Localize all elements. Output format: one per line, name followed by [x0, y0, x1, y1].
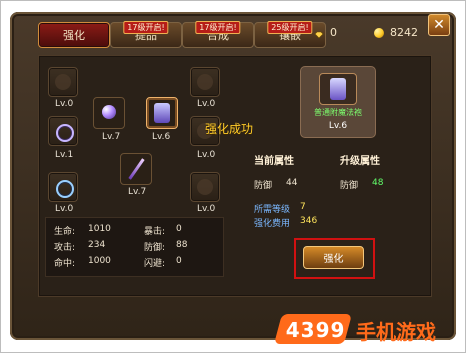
- tab-inlay-badge: 25级开启!: [267, 21, 313, 34]
- watermark-left: 4399: [285, 318, 346, 342]
- dodge-value: 0: [176, 256, 182, 266]
- robe-icon: [330, 78, 346, 100]
- gem-icon: [102, 105, 116, 119]
- slot-level: Lv.1: [55, 150, 74, 160]
- attack-value: 234: [88, 240, 106, 250]
- hp-label: 生命:: [54, 227, 76, 237]
- hit-value: 1000: [88, 256, 111, 266]
- equipment-slot[interactable]: [120, 153, 152, 185]
- current-defense-label: 防御: [254, 181, 273, 191]
- current-defense-value: 44: [286, 178, 298, 188]
- slot-level: Lv.0: [197, 99, 216, 109]
- current-attributes-title: 当前属性: [254, 156, 294, 167]
- slot-level: Lv.0: [55, 204, 74, 214]
- slot-level: Lv.0: [197, 150, 216, 160]
- tab-synthesis-badge: 17级开启!: [195, 21, 241, 34]
- slot-level: Lv.7: [128, 187, 147, 197]
- enhance-cost-value: 346: [300, 216, 318, 226]
- enhance-success-text: 强化成功: [205, 122, 254, 136]
- crit-value: 0: [176, 224, 182, 234]
- attack-label: 攻击:: [54, 243, 76, 253]
- top-bar: 强化 17级开启! 提品 17级开启! 合成 25级开启! 镶嵌 0 8242: [16, 18, 450, 48]
- enhance-button[interactable]: 强化: [303, 246, 364, 269]
- upgrade-defense-label: 防御: [340, 181, 359, 191]
- dodge-label: 闪避:: [144, 259, 166, 269]
- defense-label: 防御:: [144, 243, 166, 253]
- upgrade-attributes-title: 升级属性: [340, 156, 380, 167]
- equipment-slot-selected[interactable]: [146, 97, 178, 129]
- gold-count: 8242: [390, 26, 418, 39]
- watermark: 4399 手机游戏: [273, 314, 456, 348]
- crit-label: 暴击:: [144, 227, 166, 237]
- enhance-cost-label: 强化费用: [254, 219, 291, 229]
- equipment-slot[interactable]: [48, 67, 78, 97]
- enhance-button-label: 强化: [323, 254, 344, 265]
- tab-enhance[interactable]: 强化: [38, 22, 110, 48]
- slot-level: Lv.6: [152, 132, 171, 142]
- equipment-slot[interactable]: [48, 172, 78, 202]
- gold-resource: 8242: [374, 26, 418, 39]
- staff-icon: [128, 158, 145, 180]
- slot-level: Lv.7: [102, 132, 121, 142]
- required-level-label: 所需等级: [254, 205, 291, 215]
- hero-stats-box: 生命: 1010 攻击: 234 命中: 1000 暴击: 0 防御: 88 闪…: [45, 217, 224, 277]
- equipment-name: 普通附魔法袍: [314, 108, 362, 117]
- empty-slot-icon: [55, 74, 71, 90]
- robe-icon: [154, 103, 170, 123]
- tab-upgrade-quality[interactable]: 17级开启! 提品: [110, 21, 182, 48]
- equipment-image: [319, 73, 357, 105]
- ring-icon: [56, 124, 74, 142]
- gold-coin-icon: [374, 27, 384, 38]
- equipment-slot[interactable]: [93, 97, 125, 129]
- ring-icon: [56, 180, 74, 198]
- diamond-icon: [314, 29, 324, 38]
- selected-equipment-card: 普通附魔法袍 Lv.6: [300, 66, 376, 138]
- diamond-count: 0: [330, 26, 337, 39]
- tab-synthesis[interactable]: 17级开启! 合成: [182, 21, 254, 48]
- close-icon: ✕: [433, 17, 445, 33]
- empty-slot-icon: [197, 179, 213, 195]
- slot-level: Lv.0: [197, 204, 216, 214]
- defense-value: 88: [176, 240, 188, 250]
- close-button[interactable]: ✕: [428, 14, 450, 36]
- tab-enhance-label: 强化: [63, 29, 85, 42]
- equipment-level: Lv.6: [328, 121, 348, 131]
- upgrade-defense-value: 48: [372, 178, 384, 188]
- hp-value: 1010: [88, 224, 111, 234]
- equipment-slot[interactable]: [190, 172, 220, 202]
- required-level-value: 7: [300, 202, 306, 212]
- watermark-badge: 4399: [273, 314, 353, 344]
- diamond-resource: 0: [314, 26, 337, 39]
- enhance-button-highlight: 强化: [294, 238, 375, 279]
- equipment-slot[interactable]: [190, 67, 220, 97]
- tab-upgrade-quality-badge: 17级开启!: [123, 21, 169, 34]
- slot-level: Lv.0: [55, 99, 74, 109]
- watermark-right: 手机游戏: [356, 320, 436, 344]
- hit-label: 命中:: [54, 259, 76, 269]
- empty-slot-icon: [197, 74, 213, 90]
- equipment-slot[interactable]: [48, 116, 78, 146]
